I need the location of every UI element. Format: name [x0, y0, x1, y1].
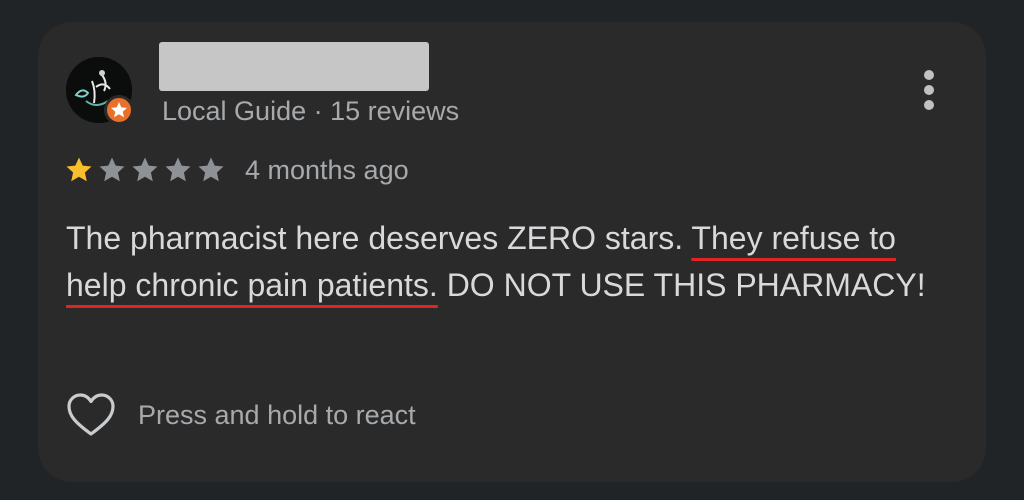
star-empty-icon — [99, 157, 125, 182]
reviewer-name-redacted[interactable] — [159, 42, 429, 91]
more-options-button[interactable] — [912, 68, 946, 112]
review-time-ago: 4 months ago — [245, 154, 409, 185]
heart-outline-icon — [67, 393, 115, 436]
reviewer-subtitle: Local Guide · 15 reviews — [162, 96, 460, 126]
rating-row: 4 months ago — [64, 152, 409, 188]
react-label: Press and hold to react — [138, 399, 416, 430]
reviewer-avatar[interactable] — [66, 57, 134, 125]
star-empty-icon — [132, 157, 158, 182]
star-empty-icon — [198, 157, 224, 182]
more-vert-icon — [924, 70, 934, 80]
review-text-segment: DO NOT USE THIS PHARMACY! — [437, 267, 926, 303]
star-filled-icon — [66, 157, 92, 182]
local-guide-badge-icon — [104, 95, 134, 125]
review-text: The pharmacist here deserves ZERO stars.… — [66, 215, 946, 309]
react-button[interactable]: Press and hold to react — [66, 390, 416, 440]
star-rating — [64, 155, 229, 185]
review-text-segment: The pharmacist here deserves ZERO stars. — [66, 220, 692, 256]
star-empty-icon — [165, 157, 191, 182]
